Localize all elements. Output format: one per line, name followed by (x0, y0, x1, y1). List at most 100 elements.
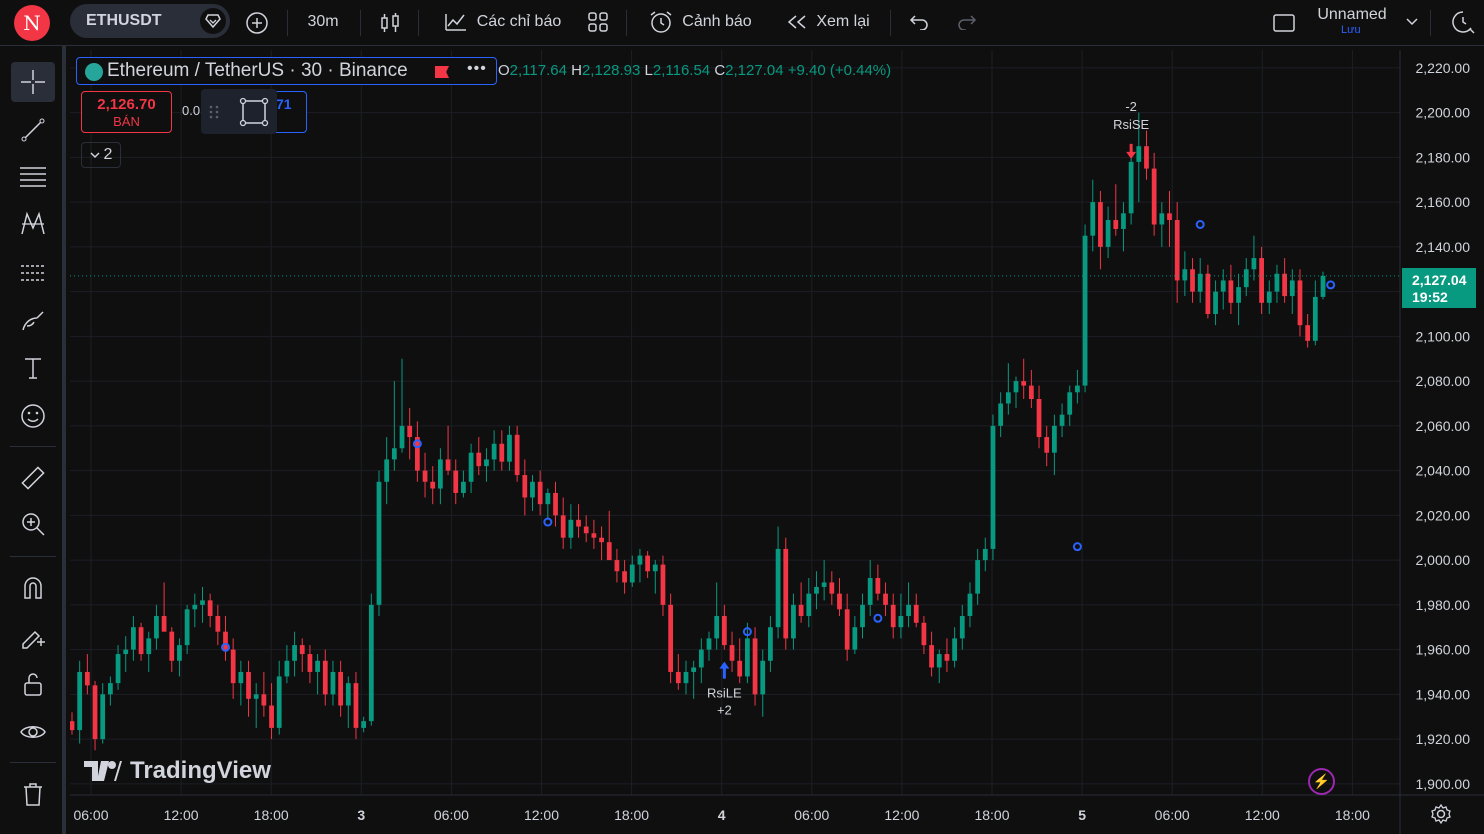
diamond-icon[interactable] (200, 8, 226, 34)
templates-icon[interactable] (585, 9, 611, 35)
candle (591, 519, 597, 549)
candle-body (906, 604, 911, 617)
candle-body (169, 631, 175, 661)
settings-gear-icon[interactable] (1430, 803, 1452, 830)
layout-name[interactable]: Unnamed (1310, 4, 1394, 26)
close-value: 2,127.04 (725, 62, 784, 79)
brush-icon[interactable] (11, 300, 55, 340)
candle (691, 660, 697, 699)
candle (230, 638, 236, 699)
candle-body (1266, 291, 1272, 303)
price-chart[interactable]: RsiLE +2 -2 RsiSE 2,220.00 2,200.00 2,180.00 2… (70, 50, 1484, 834)
candle (200, 586, 205, 623)
candle-body (138, 627, 144, 655)
quick-search-icon[interactable] (1448, 8, 1478, 36)
trash-icon[interactable] (11, 774, 55, 814)
drawing-mode-icon[interactable] (11, 616, 55, 656)
candle (1090, 179, 1096, 252)
tradingview-logo[interactable]: TradingView (84, 757, 271, 785)
magnet-icon[interactable] (11, 568, 55, 608)
floating-toolbar[interactable] (201, 89, 277, 134)
candle (131, 616, 136, 661)
candle-body (1182, 269, 1188, 281)
open-label: O (498, 62, 510, 79)
candle (890, 593, 896, 639)
replay-button[interactable]: Xem lại (780, 8, 876, 36)
candle (1098, 190, 1103, 270)
candle-body (829, 582, 835, 594)
candle-body (468, 452, 474, 482)
candle-body (154, 616, 159, 639)
candle (760, 649, 766, 717)
candle-body (1113, 220, 1119, 229)
candle-body (545, 492, 551, 505)
candle-body (652, 564, 658, 572)
drawing-toolbar (0, 46, 66, 834)
interval-button[interactable]: 30m (298, 10, 348, 34)
candle-body (330, 671, 336, 695)
alarm-clock-icon (650, 11, 672, 33)
emoji-icon[interactable] (11, 396, 55, 436)
price-tick-label: 2,160.00 (1416, 194, 1471, 210)
rewind-icon (788, 15, 806, 29)
ruler-icon[interactable] (11, 458, 55, 498)
candle-body (553, 492, 558, 516)
time-tick-label: 18:00 (1335, 807, 1370, 823)
candle-body (1236, 287, 1241, 303)
spread-value: 0.0 (182, 103, 201, 118)
candle (115, 645, 121, 690)
sell-button[interactable]: 2,126.70 BÁN (81, 91, 172, 133)
add-symbol-icon[interactable] (243, 9, 271, 37)
pattern-icon[interactable] (11, 204, 55, 244)
strategy-marker (1195, 220, 1205, 230)
toolbar-divider (890, 10, 891, 36)
candle (714, 582, 720, 650)
toolbar-divider (10, 762, 56, 763)
layout-icon[interactable] (1270, 10, 1298, 36)
candle-body (683, 671, 689, 684)
candle-body (606, 542, 612, 561)
candle (675, 654, 681, 690)
forecast-icon[interactable] (11, 252, 55, 292)
symbol-search[interactable]: ETHUSDT (70, 4, 230, 38)
lightning-icon[interactable]: ⚡ (1308, 768, 1335, 795)
candle-body (292, 645, 297, 661)
toolbar-divider (418, 10, 419, 36)
candle (1013, 376, 1019, 408)
rectangle-select-icon[interactable] (239, 97, 269, 127)
candle-body (453, 470, 459, 493)
candle-body (975, 560, 981, 594)
candle (745, 622, 750, 684)
candle (322, 649, 328, 706)
candle-body (177, 645, 182, 661)
candle (1197, 258, 1203, 303)
fib-retracement-icon[interactable] (11, 156, 55, 196)
top-toolbar: N ETHUSDT 30m Các chỉ báo Cảnh báo Xem l… (0, 0, 1484, 46)
candle-body (445, 459, 451, 471)
candle-body (123, 649, 129, 655)
candles-icon[interactable] (376, 9, 404, 37)
more-options-icon[interactable]: ••• (467, 60, 487, 78)
text-icon[interactable] (11, 348, 55, 388)
candle (1205, 264, 1211, 319)
chevron-down-icon[interactable] (1402, 12, 1422, 32)
candle (276, 660, 282, 735)
flag-icon[interactable] (435, 66, 449, 78)
indicators-button[interactable]: Các chỉ báo (432, 8, 572, 36)
redo-icon[interactable] (954, 10, 980, 34)
user-avatar[interactable]: N (14, 5, 50, 41)
eye-icon[interactable] (11, 712, 55, 752)
trend-line-icon[interactable] (11, 110, 55, 150)
collapse-indicators-button[interactable]: 2 (81, 142, 121, 168)
zoom-in-icon[interactable] (11, 504, 55, 544)
candle-body (107, 683, 113, 695)
candle (1151, 152, 1157, 236)
alert-button[interactable]: Cảnh báo (642, 8, 758, 36)
drag-handle-icon[interactable] (209, 105, 219, 119)
undo-icon[interactable] (906, 10, 932, 34)
symbol-legend[interactable]: Ethereum / TetherUS · 30 · Binance ••• (76, 57, 497, 85)
candle-body (1197, 273, 1203, 292)
lock-icon[interactable] (11, 664, 55, 704)
crosshair-icon[interactable] (11, 62, 55, 102)
candle-body (1243, 269, 1249, 288)
